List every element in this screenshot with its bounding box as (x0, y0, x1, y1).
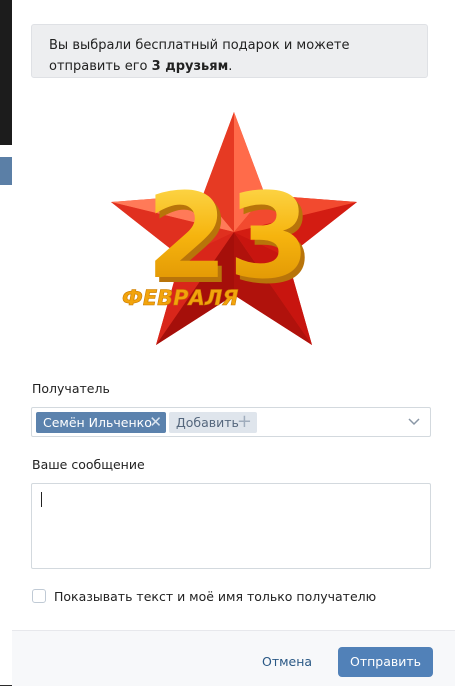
background-dark-block (0, 0, 12, 145)
chevron-down-icon[interactable] (408, 418, 420, 426)
gift-send-dialog: Вы выбрали бесплатный подарок и можете о… (12, 0, 455, 686)
recipient-name: Семён Ильченко (43, 415, 152, 430)
add-recipient-label: Добавить (176, 415, 239, 430)
send-button[interactable]: Отправить (338, 647, 433, 677)
background-page (0, 0, 12, 685)
background-blue-block (0, 157, 12, 185)
notice-text-end: . (228, 59, 233, 74)
cancel-button[interactable]: Отмена (262, 647, 312, 677)
recipient-chip: Семён Ильченко ✕ (36, 412, 166, 433)
dialog-footer: Отмена Отправить (12, 630, 455, 686)
recipient-field[interactable]: Семён Ильченко ✕ Добавить + (31, 407, 431, 437)
privacy-checkbox-label[interactable]: Показывать текст и моё имя только получа… (54, 589, 376, 604)
gift-number-text: 23 (146, 167, 310, 305)
gift-image: 23 23 ФЕВРАЛЯ (111, 112, 357, 345)
message-label: Ваше сообщение (32, 457, 145, 472)
recipient-label: Получатель (32, 381, 110, 396)
close-icon[interactable]: ✕ (149, 412, 162, 433)
gift-caption: ФЕВРАЛЯ (122, 286, 238, 310)
add-recipient-button[interactable]: Добавить + (169, 411, 257, 433)
text-cursor (41, 492, 42, 507)
gift-notice: Вы выбрали бесплатный подарок и можете о… (31, 24, 428, 78)
notice-friends-count: 3 друзьям (151, 59, 229, 74)
privacy-checkbox[interactable] (32, 589, 46, 603)
plus-icon: + (236, 411, 252, 432)
message-textarea[interactable] (31, 483, 431, 569)
